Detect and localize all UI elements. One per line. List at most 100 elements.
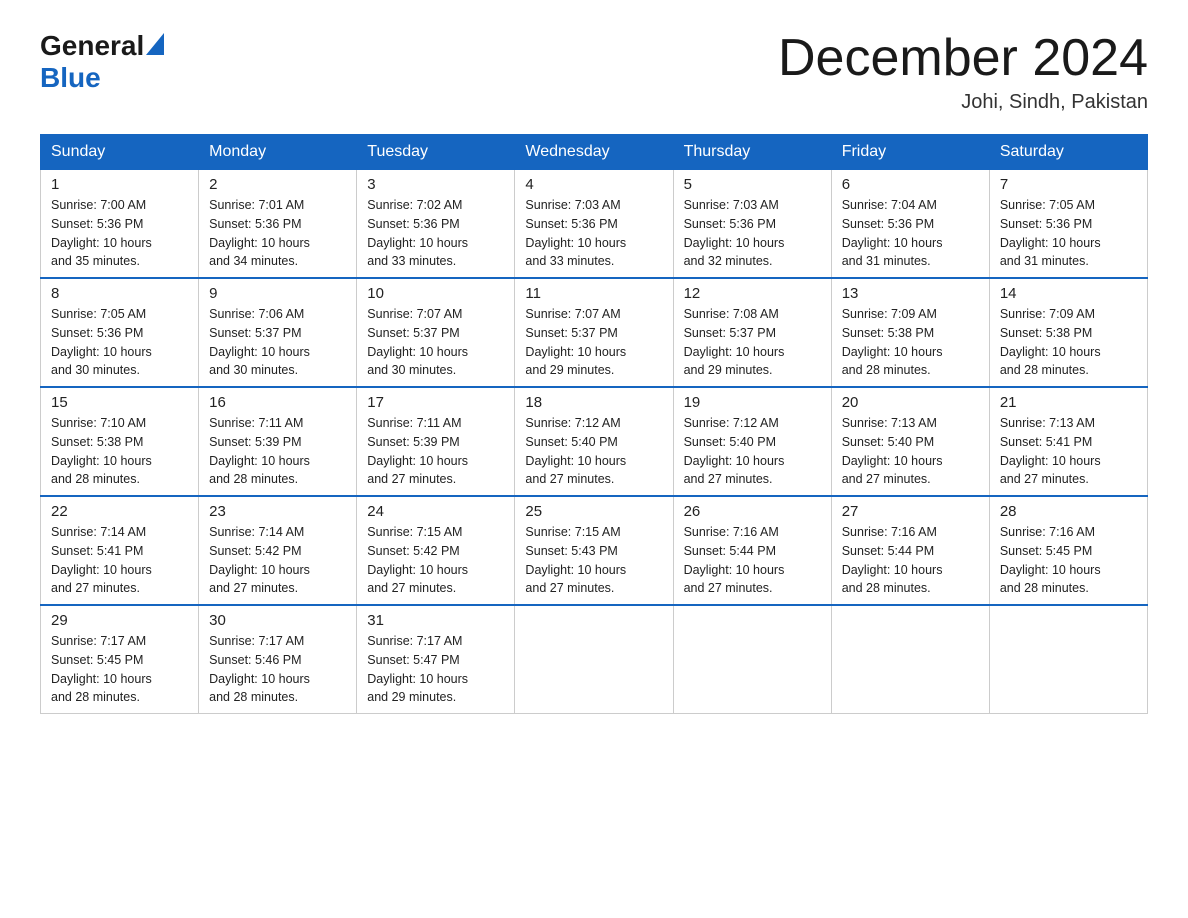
logo-general: General xyxy=(40,30,144,62)
calendar-day-28: 28 Sunrise: 7:16 AM Sunset: 5:45 PM Dayli… xyxy=(989,496,1147,605)
calendar-day-9: 9Sunrise: 7:06 AM Sunset: 5:37 PM Daylig… xyxy=(199,278,357,387)
calendar-day-12: 12Sunrise: 7:08 AM Sunset: 5:37 PM Dayli… xyxy=(673,278,831,387)
day-number: 10 xyxy=(367,285,504,302)
calendar-day-17: 17 Sunrise: 7:11 AM Sunset: 5:39 PM Dayli… xyxy=(357,387,515,496)
day-number: 18 xyxy=(525,394,662,411)
day-number: 17 xyxy=(367,394,504,411)
day-number: 7 xyxy=(1000,176,1137,193)
calendar-week-5: 29Sunrise: 7:17 AM Sunset: 5:45 PM Dayli… xyxy=(41,605,1148,714)
day-number: 6 xyxy=(842,176,979,193)
day-info: Sunrise: 7:03 AM Sunset: 5:36 PM Dayligh… xyxy=(684,196,821,271)
empty-cell xyxy=(515,605,673,714)
day-info: Sunrise: 7:11 AM Sunset: 5:39 PM Dayligh… xyxy=(209,414,346,489)
day-number: 28 xyxy=(1000,503,1137,520)
day-number: 31 xyxy=(367,612,504,629)
calendar-day-4: 4Sunrise: 7:03 AM Sunset: 5:36 PM Daylig… xyxy=(515,170,673,279)
day-number: 11 xyxy=(525,285,662,302)
day-info: Sunrise: 7:07 AM Sunset: 5:37 PM Dayligh… xyxy=(525,305,662,380)
calendar-day-16: 16 Sunrise: 7:11 AM Sunset: 5:39 PM Dayli… xyxy=(199,387,357,496)
calendar-day-25: 25 Sunrise: 7:15 AM Sunset: 5:43 PM Dayli… xyxy=(515,496,673,605)
day-info: Sunrise: 7:11 AM Sunset: 5:39 PM Dayligh… xyxy=(367,414,504,489)
calendar-day-7: 7 Sunrise: 7:05 AM Sunset: 5:36 PM Daylig… xyxy=(989,170,1147,279)
weekday-header-thursday: Thursday xyxy=(673,135,831,170)
day-number: 26 xyxy=(684,503,821,520)
day-info: Sunrise: 7:16 AM Sunset: 5:44 PM Dayligh… xyxy=(842,523,979,598)
weekday-header-monday: Monday xyxy=(199,135,357,170)
calendar-week-4: 22 Sunrise: 7:14 AM Sunset: 5:41 PM Dayli… xyxy=(41,496,1148,605)
day-info: Sunrise: 7:12 AM Sunset: 5:40 PM Dayligh… xyxy=(684,414,821,489)
day-info: Sunrise: 7:13 AM Sunset: 5:41 PM Dayligh… xyxy=(1000,414,1137,489)
calendar-day-10: 10 Sunrise: 7:07 AM Sunset: 5:37 PM Dayli… xyxy=(357,278,515,387)
day-info: Sunrise: 7:14 AM Sunset: 5:41 PM Dayligh… xyxy=(51,523,188,598)
day-number: 22 xyxy=(51,503,188,520)
day-number: 16 xyxy=(209,394,346,411)
day-number: 20 xyxy=(842,394,979,411)
day-info: Sunrise: 7:00 AM Sunset: 5:36 PM Dayligh… xyxy=(51,196,188,271)
day-info: Sunrise: 7:17 AM Sunset: 5:46 PM Dayligh… xyxy=(209,632,346,707)
calendar-day-15: 15Sunrise: 7:10 AM Sunset: 5:38 PM Dayli… xyxy=(41,387,199,496)
calendar-week-3: 15Sunrise: 7:10 AM Sunset: 5:38 PM Dayli… xyxy=(41,387,1148,496)
calendar-day-8: 8 Sunrise: 7:05 AM Sunset: 5:36 PM Daylig… xyxy=(41,278,199,387)
day-number: 14 xyxy=(1000,285,1137,302)
day-number: 5 xyxy=(684,176,821,193)
day-info: Sunrise: 7:15 AM Sunset: 5:42 PM Dayligh… xyxy=(367,523,504,598)
calendar-day-21: 21 Sunrise: 7:13 AM Sunset: 5:41 PM Dayli… xyxy=(989,387,1147,496)
logo-blue: Blue xyxy=(40,62,101,94)
day-number: 23 xyxy=(209,503,346,520)
weekday-header-friday: Friday xyxy=(831,135,989,170)
calendar-day-19: 19 Sunrise: 7:12 AM Sunset: 5:40 PM Dayli… xyxy=(673,387,831,496)
calendar-week-1: 1 Sunrise: 7:00 AM Sunset: 5:36 PM Daylig… xyxy=(41,170,1148,279)
day-info: Sunrise: 7:16 AM Sunset: 5:45 PM Dayligh… xyxy=(1000,523,1137,598)
day-info: Sunrise: 7:15 AM Sunset: 5:43 PM Dayligh… xyxy=(525,523,662,598)
day-number: 29 xyxy=(51,612,188,629)
calendar-day-6: 6 Sunrise: 7:04 AM Sunset: 5:36 PM Daylig… xyxy=(831,170,989,279)
day-number: 25 xyxy=(525,503,662,520)
day-number: 8 xyxy=(51,285,188,302)
day-number: 19 xyxy=(684,394,821,411)
day-info: Sunrise: 7:05 AM Sunset: 5:36 PM Dayligh… xyxy=(51,305,188,380)
empty-cell xyxy=(831,605,989,714)
calendar-day-27: 27 Sunrise: 7:16 AM Sunset: 5:44 PM Dayli… xyxy=(831,496,989,605)
day-info: Sunrise: 7:17 AM Sunset: 5:47 PM Dayligh… xyxy=(367,632,504,707)
calendar-day-1: 1 Sunrise: 7:00 AM Sunset: 5:36 PM Daylig… xyxy=(41,170,199,279)
calendar-day-2: 2Sunrise: 7:01 AM Sunset: 5:36 PM Daylig… xyxy=(199,170,357,279)
calendar-day-31: 31 Sunrise: 7:17 AM Sunset: 5:47 PM Dayli… xyxy=(357,605,515,714)
day-info: Sunrise: 7:10 AM Sunset: 5:38 PM Dayligh… xyxy=(51,414,188,489)
calendar-week-2: 8 Sunrise: 7:05 AM Sunset: 5:36 PM Daylig… xyxy=(41,278,1148,387)
calendar-day-5: 5 Sunrise: 7:03 AM Sunset: 5:36 PM Daylig… xyxy=(673,170,831,279)
day-info: Sunrise: 7:02 AM Sunset: 5:36 PM Dayligh… xyxy=(367,196,504,271)
day-info: Sunrise: 7:01 AM Sunset: 5:36 PM Dayligh… xyxy=(209,196,346,271)
calendar-day-18: 18Sunrise: 7:12 AM Sunset: 5:40 PM Dayli… xyxy=(515,387,673,496)
calendar-subtitle: Johi, Sindh, Pakistan xyxy=(778,91,1148,114)
day-info: Sunrise: 7:07 AM Sunset: 5:37 PM Dayligh… xyxy=(367,305,504,380)
calendar-title: December 2024 xyxy=(778,30,1148,87)
day-info: Sunrise: 7:03 AM Sunset: 5:36 PM Dayligh… xyxy=(525,196,662,271)
empty-cell xyxy=(673,605,831,714)
calendar-day-29: 29Sunrise: 7:17 AM Sunset: 5:45 PM Dayli… xyxy=(41,605,199,714)
weekday-header-tuesday: Tuesday xyxy=(357,135,515,170)
calendar-day-22: 22 Sunrise: 7:14 AM Sunset: 5:41 PM Dayli… xyxy=(41,496,199,605)
day-number: 12 xyxy=(684,285,821,302)
day-number: 27 xyxy=(842,503,979,520)
calendar-day-20: 20Sunrise: 7:13 AM Sunset: 5:40 PM Dayli… xyxy=(831,387,989,496)
logo: General Blue xyxy=(40,30,164,94)
day-number: 30 xyxy=(209,612,346,629)
day-info: Sunrise: 7:05 AM Sunset: 5:36 PM Dayligh… xyxy=(1000,196,1137,271)
weekday-header-sunday: Sunday xyxy=(41,135,199,170)
calendar-table: SundayMondayTuesdayWednesdayThursdayFrid… xyxy=(40,134,1148,714)
page-header: General Blue December 2024 Johi, Sindh, … xyxy=(40,30,1148,114)
day-number: 1 xyxy=(51,176,188,193)
weekday-header-saturday: Saturday xyxy=(989,135,1147,170)
day-info: Sunrise: 7:04 AM Sunset: 5:36 PM Dayligh… xyxy=(842,196,979,271)
calendar-day-13: 13 Sunrise: 7:09 AM Sunset: 5:38 PM Dayli… xyxy=(831,278,989,387)
calendar-header-row: SundayMondayTuesdayWednesdayThursdayFrid… xyxy=(41,135,1148,170)
calendar-day-11: 11 Sunrise: 7:07 AM Sunset: 5:37 PM Dayli… xyxy=(515,278,673,387)
day-number: 21 xyxy=(1000,394,1137,411)
empty-cell xyxy=(989,605,1147,714)
day-info: Sunrise: 7:16 AM Sunset: 5:44 PM Dayligh… xyxy=(684,523,821,598)
calendar-day-30: 30 Sunrise: 7:17 AM Sunset: 5:46 PM Dayli… xyxy=(199,605,357,714)
day-number: 13 xyxy=(842,285,979,302)
day-info: Sunrise: 7:14 AM Sunset: 5:42 PM Dayligh… xyxy=(209,523,346,598)
day-info: Sunrise: 7:09 AM Sunset: 5:38 PM Dayligh… xyxy=(842,305,979,380)
day-info: Sunrise: 7:09 AM Sunset: 5:38 PM Dayligh… xyxy=(1000,305,1137,380)
